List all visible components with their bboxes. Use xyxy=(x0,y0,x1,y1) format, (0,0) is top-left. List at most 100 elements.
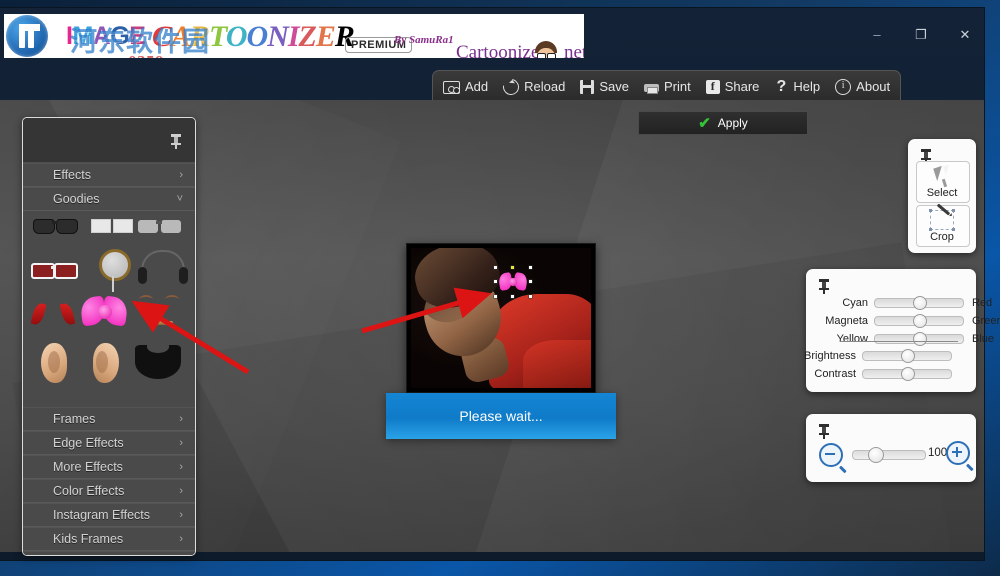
toolbar-button-about[interactable]: i About xyxy=(835,78,890,95)
sidebar-label-kids-frames: Kids Frames xyxy=(53,532,124,546)
toolbar-label-reload: Reload xyxy=(524,78,566,94)
toolbar-button-save[interactable]: Save xyxy=(580,79,629,94)
apply-button[interactable]: ✔ Apply xyxy=(638,111,808,135)
window-controls: – ❐ ✕ xyxy=(868,26,974,44)
pin-icon[interactable] xyxy=(819,279,829,294)
chevron-right-icon: › xyxy=(179,413,183,425)
sidebar-item-edge-effects[interactable]: Edge Effects › xyxy=(23,431,195,455)
app-root: IMAGE CARTOONIZER PREMIUM By SamuRa1 Car… xyxy=(0,0,1000,576)
toolbar-label-about: About xyxy=(856,78,891,94)
goodie-eyes-nose[interactable] xyxy=(135,291,191,339)
tools-panel: Select Crop xyxy=(908,139,976,253)
brightness-slider[interactable] xyxy=(862,349,952,363)
zoom-panel: 100% xyxy=(806,414,976,482)
label-red: Red xyxy=(972,297,993,309)
printer-icon xyxy=(643,84,659,94)
pink-bow-sticker[interactable] xyxy=(497,272,529,292)
goodie-dark-sunglasses[interactable] xyxy=(29,211,85,239)
slider-row-cyan-red: Cyan Red xyxy=(806,296,1000,310)
label-magenta: Magneta xyxy=(825,315,868,327)
minimize-button[interactable]: – xyxy=(868,26,886,44)
toolbar-button-print[interactable]: Print xyxy=(643,78,691,94)
toolbar-label-print: Print xyxy=(663,78,691,94)
site-name-left: Cartoonize xyxy=(456,42,540,58)
magenta-green-slider[interactable] xyxy=(874,314,964,328)
maximize-button[interactable]: ❐ xyxy=(912,26,930,44)
crop-tool-label: Crop xyxy=(930,231,954,243)
panel-divider xyxy=(840,341,958,342)
goodie-pink-bow[interactable] xyxy=(79,291,137,339)
select-tool-label: Select xyxy=(926,187,958,199)
magnifier-plus-icon[interactable] xyxy=(946,441,970,465)
sidebar-item-frames[interactable]: Frames › xyxy=(23,407,195,431)
toolbar-button-reload[interactable]: Reload xyxy=(499,75,566,98)
facebook-icon: f xyxy=(705,79,720,94)
label-green: Green xyxy=(972,315,1000,327)
goodie-monocle[interactable] xyxy=(85,245,141,293)
sidebar-item-instagram-effects[interactable]: Instagram Effects › xyxy=(23,503,195,527)
toolbar-button-share[interactable]: f Share xyxy=(705,78,760,94)
image-canvas[interactable] xyxy=(406,243,596,393)
sidebar-item-effects[interactable]: Effects › xyxy=(23,163,195,187)
apply-label: Apply xyxy=(717,116,748,130)
goodie-headphones[interactable] xyxy=(135,245,191,293)
label-yellow: Yellow xyxy=(836,333,868,345)
reload-icon xyxy=(499,75,523,98)
contrast-slider[interactable] xyxy=(862,367,952,381)
label-brightness: Brightness xyxy=(804,350,856,362)
photo-content xyxy=(411,248,591,388)
sidebar-label-color-effects: Color Effects xyxy=(53,484,125,498)
photo-hoodie-shoulder xyxy=(523,340,591,388)
zoom-slider[interactable] xyxy=(852,447,926,463)
cartoonize-face-icon xyxy=(533,41,559,58)
brand-banner: IMAGE CARTOONIZER PREMIUM By SamuRa1 Car… xyxy=(4,14,584,58)
cyan-red-slider[interactable] xyxy=(874,296,964,310)
sidebar-label-more-effects: More Effects xyxy=(53,460,123,474)
zoom-slider-thumb[interactable] xyxy=(868,447,884,463)
chevron-down-icon: ˅ xyxy=(176,193,183,205)
toolbar-button-help[interactable]: ? Help xyxy=(774,78,821,95)
goodie-gray-sunglasses[interactable] xyxy=(135,211,191,239)
goodie-right-ear[interactable] xyxy=(81,341,137,389)
chevron-right-icon: › xyxy=(179,533,183,545)
yellow-blue-slider[interactable] xyxy=(874,332,964,346)
pin-icon[interactable] xyxy=(819,424,829,439)
toolbar-label-save: Save xyxy=(599,78,629,94)
goodie-black-beard[interactable] xyxy=(133,341,189,389)
sidebar-bottom-menu: Frames › Edge Effects › More Effects › C… xyxy=(23,407,195,555)
checkmark-icon: ✔ xyxy=(698,114,711,132)
chevron-right-icon: › xyxy=(179,461,183,473)
sidebar-item-various-frames[interactable]: Various Frames › xyxy=(23,551,195,555)
sidebar-item-goodies[interactable]: Goodies ˅ xyxy=(23,187,195,211)
sidebar-item-color-effects[interactable]: Color Effects › xyxy=(23,479,195,503)
question-mark-icon: ? xyxy=(776,78,787,95)
slider-thumb[interactable] xyxy=(913,314,927,328)
label-contrast: Contrast xyxy=(814,368,856,380)
slider-thumb[interactable] xyxy=(901,367,915,381)
toolbar-label-add: Add xyxy=(465,78,489,94)
goodie-red-retro-glasses[interactable] xyxy=(29,249,85,297)
slider-row-contrast: Contrast xyxy=(794,367,952,381)
toolbar-button-add[interactable]: Add xyxy=(443,78,488,94)
magnifier-minus-icon[interactable] xyxy=(819,443,843,467)
slider-thumb[interactable] xyxy=(913,296,927,310)
sidebar-item-more-effects[interactable]: More Effects › xyxy=(23,455,195,479)
toolbar-label-share: Share xyxy=(724,78,760,94)
goodie-white-glasses[interactable] xyxy=(85,211,141,239)
goodie-red-horns[interactable] xyxy=(29,295,85,343)
slider-thumb[interactable] xyxy=(913,332,927,346)
sidebar-label-edge-effects: Edge Effects xyxy=(53,436,124,450)
application-window: IMAGE CARTOONIZER PREMIUM By SamuRa1 Car… xyxy=(0,8,1000,560)
site-name-right: net xyxy=(564,42,584,58)
slider-thumb[interactable] xyxy=(901,349,915,363)
close-button[interactable]: ✕ xyxy=(956,26,974,44)
status-text: Please wait... xyxy=(459,408,543,424)
camera-icon xyxy=(443,81,460,94)
pin-icon[interactable] xyxy=(171,134,181,149)
slider-row-magenta-green: Magneta Green xyxy=(806,314,1000,328)
info-icon: i xyxy=(835,78,852,95)
sidebar-item-kids-frames[interactable]: Kids Frames › xyxy=(23,527,195,551)
sidebar-header xyxy=(23,118,195,163)
minimize-icon: – xyxy=(873,27,881,42)
goodie-left-ear[interactable] xyxy=(29,341,85,389)
